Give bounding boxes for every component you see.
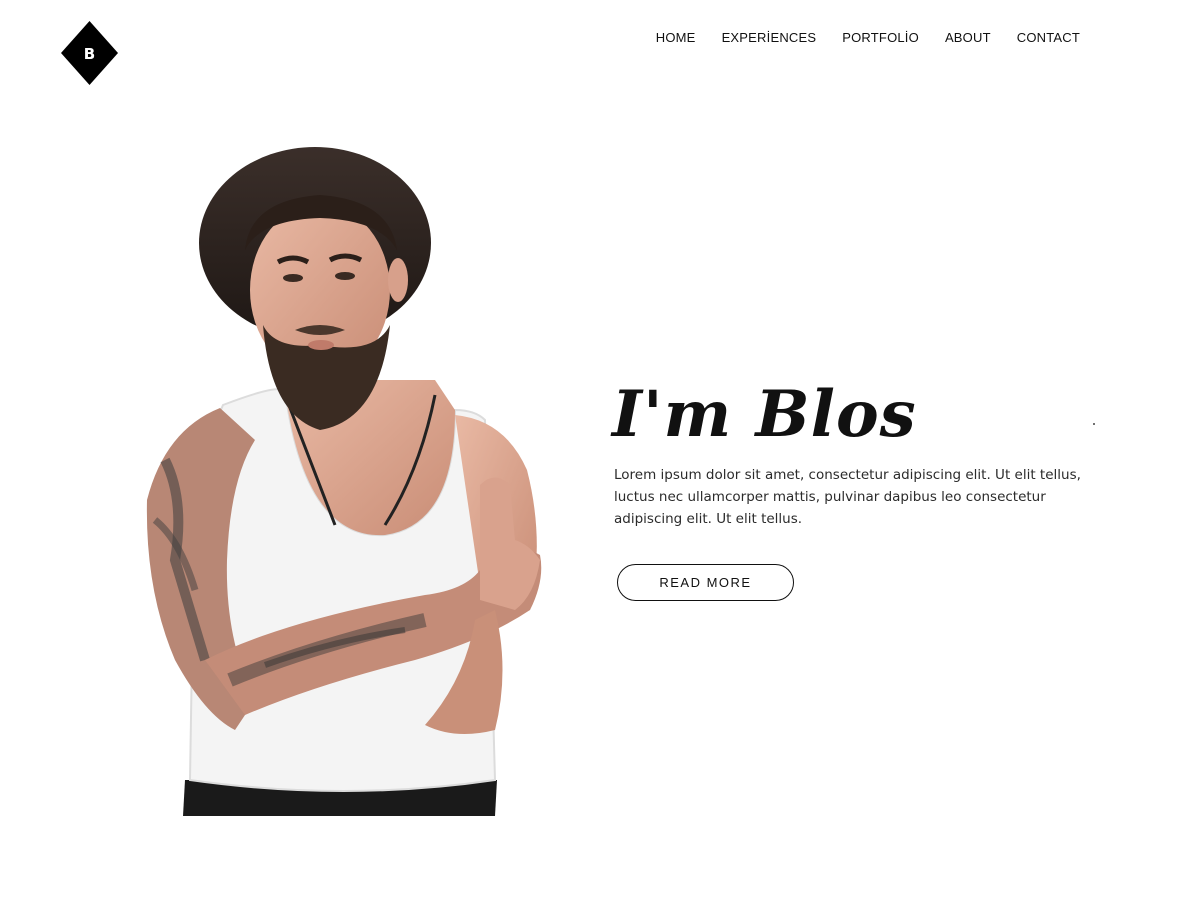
nav-link-portfolio[interactable]: PORTFOLİO bbox=[842, 31, 919, 45]
nav-link-about[interactable]: ABOUT bbox=[945, 31, 991, 45]
hero-title: I'm Blos bbox=[612, 377, 917, 452]
hero-description: Lorem ipsum dolor sit amet, consectetur … bbox=[614, 467, 1081, 527]
nav-link-contact[interactable]: CONTACT bbox=[1017, 31, 1080, 45]
nav-link-experiences[interactable]: EXPERİENCES bbox=[722, 31, 817, 45]
page: B HOME EXPERİENCES PORTFOLİO ABOUT CONTACT bbox=[0, 0, 1200, 900]
nav-link-home[interactable]: HOME bbox=[656, 31, 696, 45]
hero-portrait-image bbox=[146, 147, 542, 816]
decorative-dot bbox=[1093, 423, 1095, 425]
main-nav: HOME EXPERİENCES PORTFOLİO ABOUT CONTACT bbox=[630, 31, 1080, 45]
logo[interactable]: B bbox=[61, 21, 118, 85]
logo-letter: B bbox=[84, 45, 95, 63]
read-more-button[interactable]: READ MORE bbox=[617, 564, 794, 601]
logo-diamond-icon: B bbox=[61, 21, 118, 85]
